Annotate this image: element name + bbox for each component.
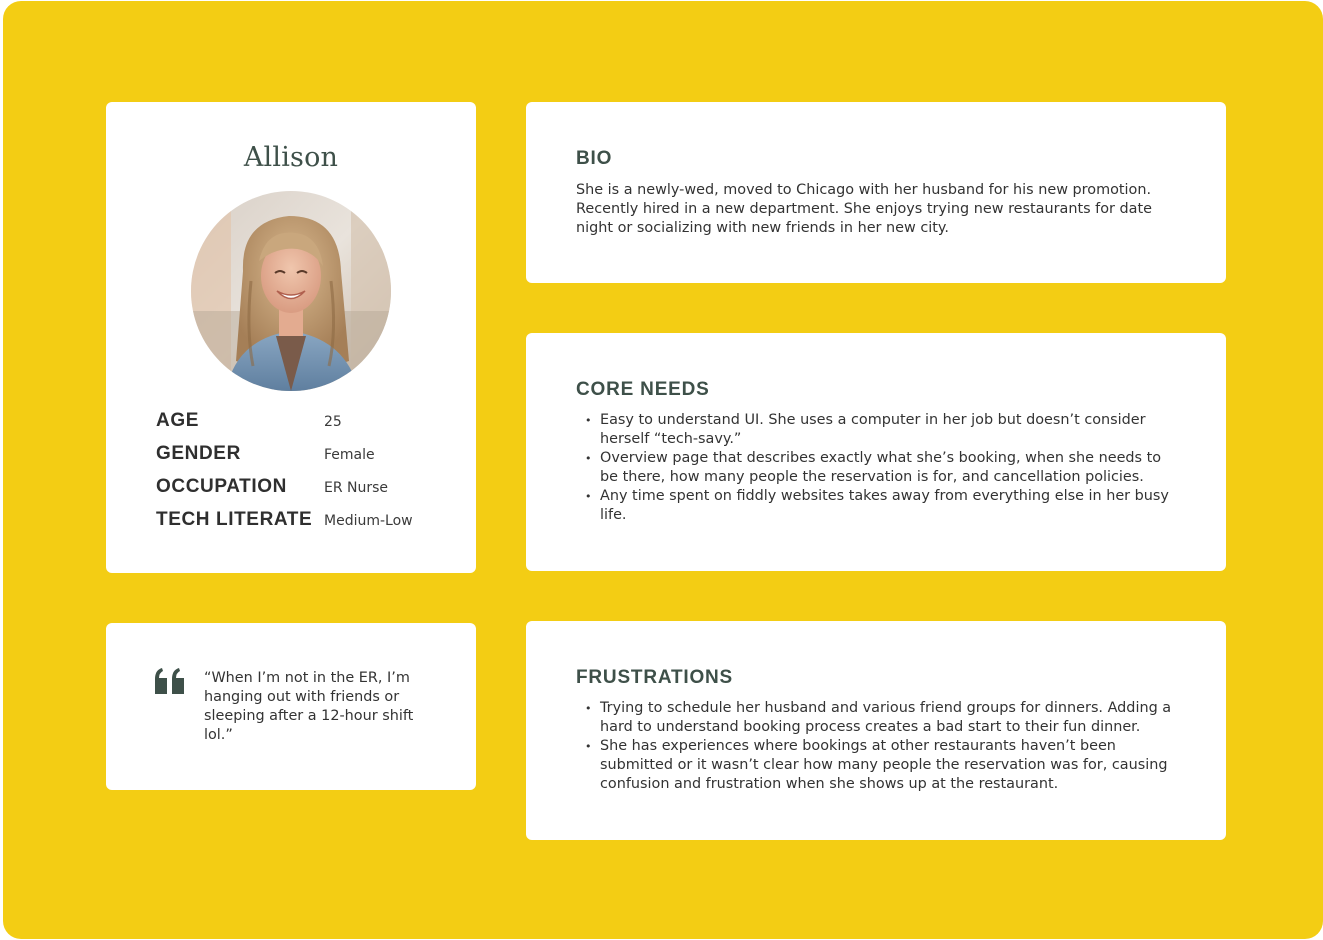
quote-text: “When I’m not in the ER, I’m hanging out… (204, 670, 414, 743)
fact-row-tech-literate: TECH LITERATE Medium-Low (156, 503, 456, 536)
fact-value: ER Nurse (324, 479, 389, 496)
quote-icon (155, 668, 184, 694)
fact-row-gender: GENDER Female (156, 437, 456, 470)
fact-row-age: AGE 25 (156, 404, 456, 437)
bio-card: BIO She is a newly-wed, moved to Chicago… (526, 102, 1226, 283)
persona-facts: AGE 25 GENDER Female OCCUPATION ER Nurse… (156, 404, 456, 536)
fact-value: Female (324, 446, 375, 463)
list-item: Any time spent on fiddly websites takes … (576, 487, 1181, 525)
list-item: Easy to understand UI. She uses a comput… (576, 411, 1181, 449)
persona-board: Allison AGE 25 GENDER Female OCCUPATION … (3, 1, 1323, 939)
bio-title: BIO (576, 148, 613, 169)
frustrations-list: Trying to schedule her husband and vario… (576, 699, 1181, 794)
list-item: Trying to schedule her husband and vario… (576, 699, 1181, 737)
fact-label: AGE (156, 409, 199, 431)
core-needs-card: CORE NEEDS Easy to understand UI. She us… (526, 333, 1226, 571)
bio-text: She is a newly-wed, moved to Chicago wit… (576, 182, 1152, 236)
list-item: She has experiences where bookings at ot… (576, 737, 1181, 794)
persona-name: Allison (243, 142, 339, 173)
profile-card: Allison AGE 25 GENDER Female OCCUPATION … (106, 102, 476, 573)
fact-label: GENDER (156, 442, 241, 464)
quote-card: “When I’m not in the ER, I’m hanging out… (106, 623, 476, 790)
fact-label: OCCUPATION (156, 475, 287, 497)
core-needs-list: Easy to understand UI. She uses a comput… (576, 411, 1181, 525)
core-needs-title: CORE NEEDS (576, 379, 710, 400)
avatar (191, 191, 391, 391)
avatar-photo (191, 191, 391, 391)
fact-label: TECH LITERATE (156, 508, 313, 530)
frustrations-card: FRUSTRATIONS Trying to schedule her husb… (526, 621, 1226, 840)
list-item: Overview page that describes exactly wha… (576, 449, 1181, 487)
fact-value: 25 (324, 413, 342, 430)
fact-value: Medium-Low (324, 512, 413, 529)
fact-row-occupation: OCCUPATION ER Nurse (156, 470, 456, 503)
frustrations-title: FRUSTRATIONS (576, 667, 734, 688)
